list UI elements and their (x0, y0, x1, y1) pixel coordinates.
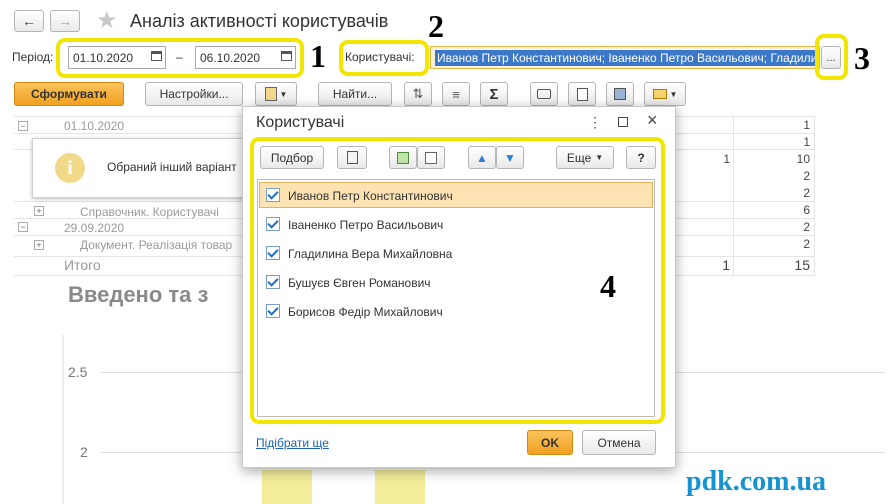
pick-more-link[interactable]: Підібрати ще (256, 436, 329, 450)
page-title: Аналіз активності користувачів (130, 11, 389, 31)
sort-icon: ⇅ (412, 86, 424, 101)
cancel-button[interactable]: Отмена (582, 430, 656, 455)
chart-bar (375, 470, 425, 504)
arrow-right-icon: → (58, 13, 72, 29)
chart-tick-label: 2.5 (68, 364, 88, 380)
save-button[interactable] (606, 82, 634, 106)
preview-button[interactable] (568, 82, 596, 106)
report-row-date: 29.09.2020 (64, 221, 125, 235)
annotation-number-1: 1 (310, 38, 326, 74)
users-value: Иванов Петр Константинович; Іваненко Пет… (435, 49, 819, 66)
star-icon[interactable]: ★ (96, 6, 118, 35)
collapse-icon[interactable]: − (18, 121, 28, 131)
report-col-divider (814, 116, 815, 276)
collapse-icon[interactable]: − (18, 222, 28, 232)
watermark: pdk.com.ua (686, 466, 827, 497)
report-cell: 2 (803, 220, 810, 234)
users-field[interactable]: Иванов Петр Константинович; Іваненко Пет… (430, 46, 820, 69)
expand-icon[interactable]: + (34, 206, 44, 216)
report-row-document: Документ. Реалізація товар (80, 238, 233, 252)
chart-title: Введено та з (68, 282, 209, 307)
printer-icon (537, 89, 551, 99)
report-row-directory: Справочник. Користувачі (80, 205, 219, 219)
annotation-number-2: 2 (428, 8, 444, 44)
floppy-icon (614, 88, 626, 100)
envelope-icon (652, 89, 667, 99)
settings-button[interactable]: Настройки... (145, 82, 243, 106)
clipboard-icon (264, 87, 277, 101)
info-icon: i (55, 153, 85, 183)
email-button[interactable]: ▼ (644, 82, 686, 106)
ok-button[interactable]: OK (527, 430, 573, 455)
print-button[interactable] (530, 82, 558, 106)
report-total-cell: 15 (794, 257, 810, 273)
chart-area (62, 335, 64, 504)
highlight-period (56, 38, 304, 78)
dialog-title: Користувачі (256, 114, 345, 131)
close-icon[interactable]: × (647, 110, 658, 131)
highlight-users-label (339, 40, 429, 76)
report-cell: 2 (803, 186, 810, 200)
period-label: Період: (12, 50, 54, 64)
list-icon: ≡ (452, 86, 460, 102)
chart-gridline (675, 452, 885, 453)
group-button[interactable]: ≡ (442, 82, 470, 106)
find-button[interactable]: Найти... (318, 82, 392, 106)
preview-icon (576, 87, 588, 101)
report-total-label: Итого (64, 257, 101, 273)
generate-button[interactable]: Сформувати (14, 82, 124, 106)
forward-button[interactable]: → (50, 10, 80, 32)
notification-popup: i Обраний інший варіант (32, 138, 246, 198)
annotation-number-3: 3 (854, 40, 870, 76)
report-col-divider (733, 116, 734, 276)
sort-button[interactable]: ⇅ (404, 82, 432, 106)
chevron-down-icon: ▼ (279, 89, 288, 99)
report-cell: 2 (803, 169, 810, 183)
chevron-down-icon: ▼ (669, 89, 678, 99)
back-button[interactable]: ← (14, 10, 44, 32)
chart-bar (262, 470, 312, 504)
highlight-select-button (815, 34, 848, 80)
notification-text: Обраний інший варіант (107, 160, 237, 174)
annotation-number-4: 4 (600, 268, 616, 304)
report-cell: 6 (803, 203, 810, 217)
arrow-left-icon: ← (22, 13, 36, 29)
variants-button[interactable]: ▼ (255, 82, 297, 106)
chart-gridline (100, 452, 245, 453)
more-options-icon[interactable]: ⋮ (588, 114, 602, 131)
report-cell: 1 (803, 135, 810, 149)
chart-tick-label: 2 (80, 444, 88, 460)
chart-gridline (100, 372, 245, 373)
sum-button[interactable]: Σ (480, 82, 508, 106)
sigma-icon: Σ (489, 85, 499, 103)
report-cell: 2 (803, 237, 810, 251)
expand-icon[interactable]: + (34, 240, 44, 250)
report-row-date: 01.10.2020 (64, 119, 125, 133)
report-cell: 1 (803, 118, 810, 132)
report-cell: 10 (796, 152, 810, 166)
chart-gridline (675, 372, 885, 373)
maximize-icon[interactable] (618, 117, 628, 127)
